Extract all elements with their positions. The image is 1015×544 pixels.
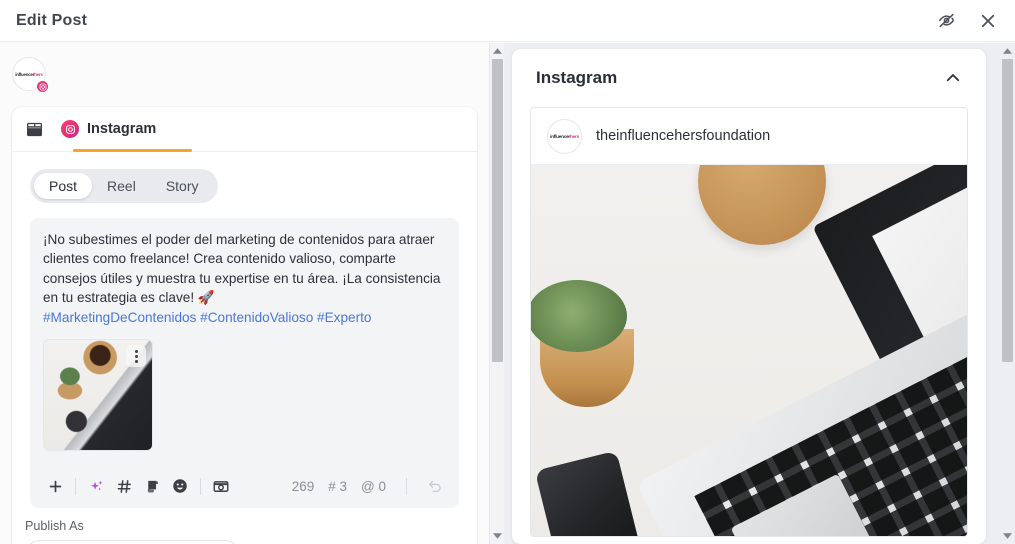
- preview-account-handle: theinfluencehersfoundation: [596, 128, 771, 144]
- segment-post[interactable]: Post: [34, 173, 93, 199]
- post-editor[interactable]: ¡No subestimes el poder del marketing de…: [30, 218, 459, 508]
- succulent-plant: [531, 280, 627, 353]
- preview-post-header: influencerhers theinfluencehersfoundatio…: [531, 108, 967, 165]
- dot: [134, 354, 138, 358]
- media-thumbnail[interactable]: [43, 339, 153, 452]
- scroll-up-arrow[interactable]: [490, 44, 505, 58]
- scrollbar-thumb[interactable]: [492, 59, 503, 362]
- page-title: Edit Post: [16, 11, 88, 29]
- segment-reel[interactable]: Reel: [92, 173, 151, 199]
- tab-instagram[interactable]: Instagram: [61, 107, 156, 151]
- active-tab-indicator: [73, 149, 192, 152]
- preview-header: Instagram: [512, 49, 986, 107]
- dot: [134, 359, 138, 363]
- character-count: 269: [291, 478, 315, 494]
- scrollbar-thumb[interactable]: [1002, 59, 1013, 362]
- toolbar-divider: [75, 477, 76, 495]
- scroll-down-arrow[interactable]: [1000, 529, 1015, 543]
- publish-as-label: Publish As: [25, 519, 84, 533]
- instagram-icon: [61, 120, 79, 138]
- dot: [134, 349, 138, 353]
- chevron-up-icon[interactable]: [942, 67, 964, 89]
- instagram-icon: [36, 80, 49, 93]
- three-dot-menu-icon[interactable]: [126, 345, 146, 368]
- scroll-down-arrow[interactable]: [490, 529, 505, 543]
- composer-card: Instagram Post Reel Story ¡No subestimes…: [12, 107, 477, 544]
- editor-counters: 269 # 3 @ 0: [291, 477, 448, 495]
- window-icon: [26, 122, 43, 137]
- scroll-up-arrow[interactable]: [1000, 44, 1015, 58]
- right-panel-scrollbar[interactable]: [1000, 43, 1015, 544]
- scroll-icon[interactable]: [138, 472, 166, 500]
- hashtag-icon[interactable]: [110, 472, 138, 500]
- cork-coaster: [698, 165, 827, 245]
- sparkles-icon[interactable]: [82, 472, 110, 500]
- plus-icon[interactable]: [41, 472, 69, 500]
- composer-panel: influencerhers Instagram Post Reel Story…: [0, 43, 489, 544]
- preview-card: Instagram influencerhers theinfluenceher…: [512, 49, 986, 544]
- header-actions: [935, 10, 1015, 32]
- instagram-post-preview: influencerhers theinfluencehersfoundatio…: [530, 107, 968, 537]
- modal-header: Edit Post: [0, 0, 1015, 42]
- post-type-segmented-control: Post Reel Story: [30, 169, 218, 203]
- publish-as-select[interactable]: [25, 540, 240, 544]
- mention-count: @ 0: [361, 478, 386, 494]
- tab-instagram-label: Instagram: [87, 121, 157, 137]
- editor-toolbar: 269 # 3 @ 0: [30, 464, 459, 508]
- account-strip: influencerhers: [0, 43, 489, 101]
- close-icon[interactable]: [977, 10, 999, 32]
- tab-all-networks[interactable]: [26, 107, 61, 151]
- post-body-text: ¡No subestimes el poder del marketing de…: [43, 232, 445, 306]
- toolbar-divider: [200, 477, 201, 495]
- undo-icon[interactable]: [427, 478, 444, 495]
- camera-icon[interactable]: [207, 472, 235, 500]
- brand-logo: influencerhers: [550, 133, 579, 139]
- brand-logo: influencerhers: [15, 71, 43, 77]
- smiley-icon[interactable]: [166, 472, 194, 500]
- network-tabs: Instagram: [12, 107, 477, 152]
- eye-off-icon[interactable]: [935, 10, 957, 32]
- preview-post-image: [531, 165, 967, 536]
- segment-story[interactable]: Story: [151, 173, 214, 199]
- avatar: influencerhers: [547, 118, 582, 154]
- edit-post-modal: Edit Post influencerhers Instagram Post …: [0, 0, 1015, 544]
- left-panel-scrollbar[interactable]: [489, 43, 504, 544]
- post-hashtags-text: #MarketingDeContenidos #ContenidoValioso…: [43, 309, 372, 325]
- preview-panel: Instagram influencerhers theinfluenceher…: [504, 43, 1000, 544]
- hashtag-count: # 3: [328, 478, 348, 494]
- counters-divider: [406, 477, 407, 495]
- preview-title: Instagram: [536, 68, 618, 87]
- avatar[interactable]: influencerhers: [12, 57, 49, 93]
- smartphone: [535, 450, 646, 536]
